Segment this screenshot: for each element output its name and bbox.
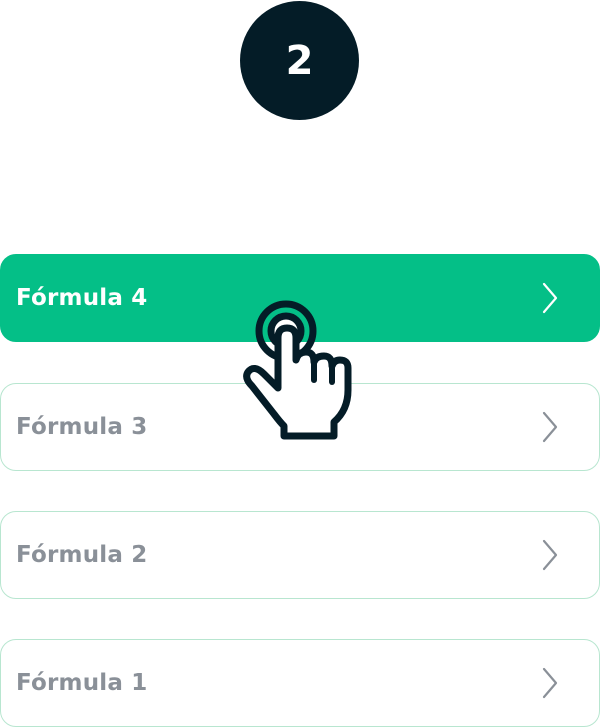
formula-item-3[interactable]: Fórmula 3 bbox=[0, 383, 600, 471]
formula-label: Fórmula 3 bbox=[16, 414, 148, 440]
chevron-right-icon bbox=[542, 282, 558, 314]
step-number: 2 bbox=[285, 37, 314, 84]
formula-item-1[interactable]: Fórmula 1 bbox=[0, 639, 600, 727]
formula-label: Fórmula 2 bbox=[16, 542, 148, 568]
formula-item-4[interactable]: Fórmula 4 bbox=[0, 254, 600, 342]
chevron-right-icon bbox=[542, 539, 558, 571]
formula-item-2[interactable]: Fórmula 2 bbox=[0, 511, 600, 599]
step-number-badge: 2 bbox=[240, 1, 359, 120]
formula-label: Fórmula 1 bbox=[16, 670, 148, 696]
chevron-right-icon bbox=[542, 667, 558, 699]
chevron-right-icon bbox=[542, 411, 558, 443]
formula-label: Fórmula 4 bbox=[16, 285, 148, 311]
